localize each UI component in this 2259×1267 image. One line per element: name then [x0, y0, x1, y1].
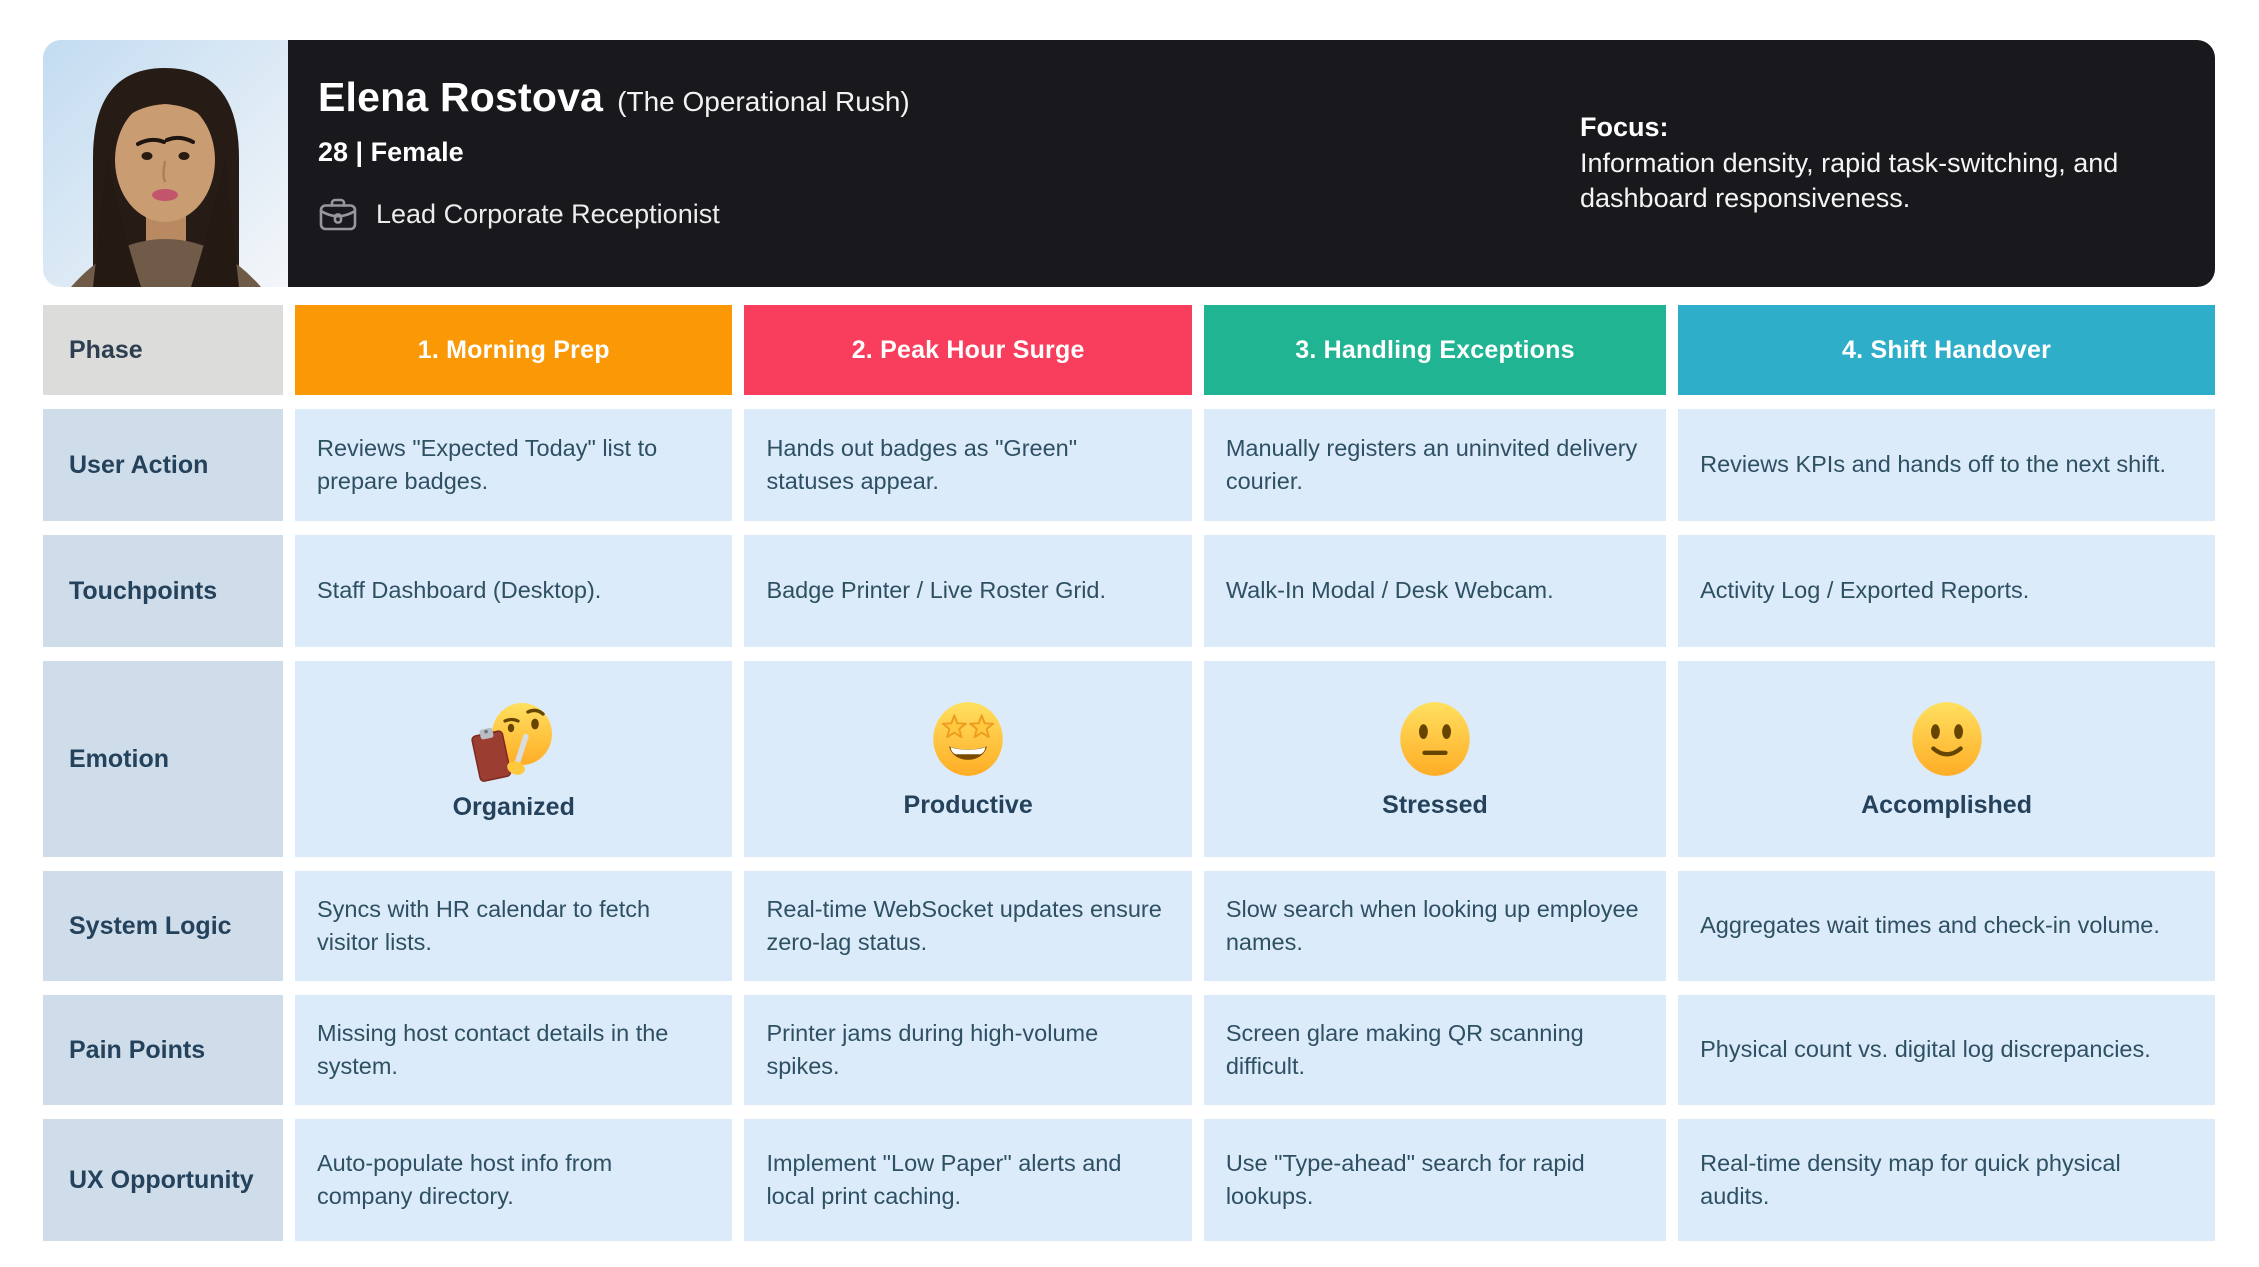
- briefcase-icon: [319, 198, 357, 231]
- persona-info-panel: Elena Rostova (The Operational Rush) 28 …: [288, 40, 2215, 287]
- phase-header-2: 2. Peak Hour Surge: [744, 305, 1192, 395]
- row-header-pain-points: Pain Points: [43, 995, 283, 1105]
- emotion-label-organized: Organized: [452, 792, 575, 821]
- focus-text: Information density, rapid task-switchin…: [1580, 147, 2119, 214]
- user-action-phase-3: Manually registers an uninvited delivery…: [1203, 409, 1667, 521]
- system-logic-phase-4: Aggregates wait times and check-in volum…: [1678, 871, 2215, 981]
- touchpoints-phase-1: Staff Dashboard (Desktop).: [295, 535, 733, 647]
- row-header-user-action: User Action: [43, 409, 283, 521]
- row-header-touchpoints: Touchpoints: [43, 535, 283, 647]
- persona-id-block: Elena Rostova (The Operational Rush) 28 …: [288, 40, 1580, 287]
- emotion-label-accomplished: Accomplished: [1861, 790, 2032, 819]
- user-action-phase-2: Hands out badges as "Green" statuses app…: [744, 409, 1192, 521]
- persona-archetype: (The Operational Rush): [617, 86, 910, 117]
- persona-header: Elena Rostova (The Operational Rush) 28 …: [43, 40, 2215, 287]
- user-action-phase-1: Reviews "Expected Today" list to prepare…: [295, 409, 733, 521]
- pain-points-phase-4: Physical count vs. digital log discrepan…: [1678, 995, 2215, 1105]
- focus-block: Focus: Information density, rapid task-s…: [1580, 40, 2145, 287]
- journey-grid: Phase 1. Morning Prep 2. Peak Hour Surge…: [43, 305, 2215, 1241]
- emotion-phase-1: Organized: [295, 661, 733, 857]
- persona-demographics: 28 | Female: [318, 137, 464, 167]
- persona-journey-map: Elena Rostova (The Operational Rush) 28 …: [0, 0, 2259, 1267]
- neutral-face-emoji: [1400, 701, 1470, 776]
- persona-role: Lead Corporate Receptionist: [376, 198, 720, 229]
- row-header-system-logic: System Logic: [43, 871, 283, 981]
- system-logic-phase-3: Slow search when looking up employee nam…: [1203, 871, 1667, 981]
- focus-title: Focus:: [1580, 112, 1669, 143]
- pain-points-phase-2: Printer jams during high-volume spikes.: [744, 995, 1192, 1105]
- phase-header-3: 3. Handling Exceptions: [1203, 305, 1667, 395]
- ux-opportunity-phase-4: Real-time density map for quick physical…: [1678, 1119, 2215, 1241]
- ux-opportunity-phase-1: Auto-populate host info from company dir…: [295, 1119, 733, 1241]
- persona-photo: [43, 40, 288, 287]
- phase-header-1: 1. Morning Prep: [295, 305, 733, 395]
- slightly-smiling-face-emoji: [1911, 701, 1982, 776]
- touchpoints-phase-4: Activity Log / Exported Reports.: [1678, 535, 2215, 647]
- row-header-phase: Phase: [43, 305, 283, 395]
- emotion-phase-3: Stressed: [1203, 661, 1667, 857]
- ux-opportunity-phase-3: Use "Type-ahead" search for rapid lookup…: [1203, 1119, 1667, 1241]
- system-logic-phase-2: Real-time WebSocket updates ensure zero-…: [744, 871, 1192, 981]
- emotion-label-productive: Productive: [903, 790, 1033, 819]
- ux-opportunity-phase-2: Implement "Low Paper" alerts and local p…: [744, 1119, 1192, 1241]
- phase-header-4: 4. Shift Handover: [1678, 305, 2215, 395]
- emotion-label-stressed: Stressed: [1382, 790, 1488, 819]
- pain-points-phase-3: Screen glare making QR scanning difficul…: [1203, 995, 1667, 1105]
- star-struck-emoji: [933, 701, 1003, 776]
- row-header-ux-opportunity: UX Opportunity: [43, 1119, 283, 1241]
- row-header-emotion: Emotion: [43, 661, 283, 857]
- persona-name: Elena Rostova: [318, 74, 604, 120]
- touchpoints-phase-2: Badge Printer / Live Roster Grid.: [744, 535, 1192, 647]
- persona-portrait: [43, 40, 288, 287]
- user-action-phase-4: Reviews KPIs and hands off to the next s…: [1678, 409, 2215, 521]
- touchpoints-phase-3: Walk-In Modal / Desk Webcam.: [1203, 535, 1667, 647]
- raised-eyebrow-clipboard-emoji: [471, 702, 552, 782]
- emotion-phase-2: Productive: [744, 661, 1192, 857]
- system-logic-phase-1: Syncs with HR calendar to fetch visitor …: [295, 871, 733, 981]
- pain-points-phase-1: Missing host contact details in the syst…: [295, 995, 733, 1105]
- emotion-phase-4: Accomplished: [1678, 661, 2215, 857]
